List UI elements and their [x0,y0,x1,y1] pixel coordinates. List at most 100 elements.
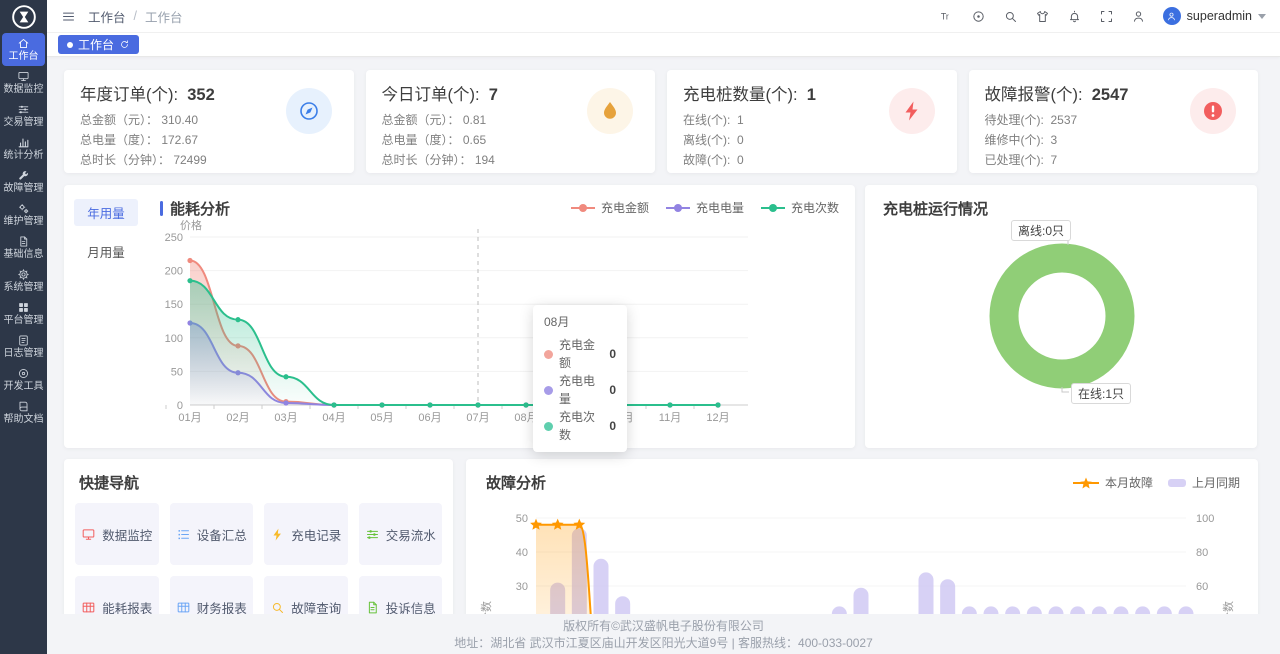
sidebar-item-11[interactable]: 帮助文档 [2,396,45,429]
copyright-line: 版权所有©武汉盛帆电子股份有限公司 [47,618,1280,635]
sidebar-menu: 工作台 数据监控 交易管理 统计分析 故障管理 维护管理 基础信息 系统管理 平… [0,33,47,429]
legend-item[interactable]: 充电次数 [760,199,839,216]
legend-item-current-month[interactable]: 本月故障 [1072,474,1153,491]
circle-dot-icon-button[interactable] [971,9,986,24]
grid-icon [17,301,30,314]
sidebar-item-1[interactable]: 数据监控 [2,66,45,99]
tooltip-row: 充电金额0 [544,336,616,372]
energy-legend: 充电金额 充电电量 充电次数 [570,199,839,216]
bolt-icon [270,527,285,542]
person-icon-button[interactable] [1131,9,1146,24]
stat-card-2[interactable]: 充电桩数量(个): 1 在线(个): 1离线(个): 0故障(个): 0 [667,70,957,173]
donut-ring [1004,258,1120,374]
user-menu[interactable]: superadmin [1163,7,1266,25]
svg-text:价格: 价格 [180,218,202,232]
stat-card-3[interactable]: 故障报警(个): 2547 待处理(个): 2537维修中(个): 3已处理(个… [969,70,1259,173]
font-size-icon: Tr [939,9,954,24]
legend-item[interactable]: 充电电量 [665,199,744,216]
home-icon [17,37,30,50]
tab-active-dot [67,42,73,48]
quick-nav-2[interactable]: 充电记录 [264,503,348,565]
svg-text:04月: 04月 [322,412,345,424]
sidebar-item-9[interactable]: 日志管理 [2,330,45,363]
sidebar-item-8[interactable]: 平台管理 [2,297,45,330]
fullscreen-icon-button[interactable] [1099,9,1114,24]
bolt-icon [900,99,924,123]
sidebar-item-label: 统计分析 [4,150,44,161]
table-icon [81,600,96,615]
sidebar-item-6[interactable]: 基础信息 [2,231,45,264]
chart-tooltip: 08月 充电金额0 充电电量0 充电次数0 [533,305,627,452]
bell-icon-button[interactable] [1067,9,1082,24]
table-icon [176,600,191,615]
navbar-actions: Tr superadmin [939,7,1266,25]
search-icon-button[interactable] [1003,9,1018,24]
quick-nav-label: 交易流水 [386,525,436,544]
circle-dot-icon [971,9,986,24]
legend-item-last-month[interactable]: 上月同期 [1167,474,1240,491]
energy-chart[interactable]: 050100150200250价格01月02月03月04月05月06月07月08… [148,217,816,435]
tab-workbench[interactable]: 工作台 [58,35,139,54]
sidebar-item-7[interactable]: 系统管理 [2,264,45,297]
sidebar-item-0[interactable]: 工作台 [2,33,45,66]
legend-label: 本月故障 [1105,474,1153,491]
legend-label: 充电次数 [791,199,839,216]
fault-legend: 本月故障 上月同期 [1072,474,1240,491]
tab-monthly-usage[interactable]: 月用量 [74,238,138,265]
sidebar-item-label: 日志管理 [4,348,44,359]
monitor-icon [81,527,96,542]
tab-strip: 工作台 [47,33,1280,57]
sidebar-item-label: 故障管理 [4,183,44,194]
sidebar-item-label: 交易管理 [4,117,44,128]
username: superadmin [1187,9,1252,23]
breadcrumb-root[interactable]: 工作台 [88,7,126,26]
compass-icon [297,99,321,123]
sidebar-item-5[interactable]: 维护管理 [2,198,45,231]
legend-marker-bar [1167,477,1187,489]
page-footer: 版权所有©武汉盛帆电子股份有限公司 地址：湖北省 武汉市江夏区庙山开发区阳光大道… [47,614,1280,654]
svg-text:05月: 05月 [370,412,393,424]
theme-shirt-icon-button[interactable] [1035,9,1050,24]
person-icon [1131,9,1146,24]
sidebar-item-10[interactable]: 开发工具 [2,363,45,396]
stat-card-1[interactable]: 今日订单(个): 7 总金额（元）： 0.81总电量（度）： 0.65总时长（分… [366,70,656,173]
quick-nav-0[interactable]: 数据监控 [75,503,159,565]
sliders-icon [365,527,380,542]
pile-status-panel: 充电桩运行情况 离线:0只 在线:1只 [865,185,1257,448]
quick-nav-3[interactable]: 交易流水 [359,503,443,565]
app-logo[interactable] [0,0,47,33]
logo-icon [11,4,37,30]
breadcrumb-current: 工作台 [145,7,183,26]
refresh-icon[interactable] [119,39,130,50]
energy-usage-tabs: 年用量 月用量 [74,199,138,265]
sidebar: 工作台 数据监控 交易管理 统计分析 故障管理 维护管理 基础信息 系统管理 平… [0,0,47,654]
search-icon [1003,9,1018,24]
svg-text:30: 30 [516,581,528,593]
sidebar-item-3[interactable]: 统计分析 [2,132,45,165]
stat-card-icon-wrap [889,88,935,134]
stat-card-row: 总电量（度）： 0.65 [382,130,640,150]
top-navbar: 工作台 / 工作台 Tr superadmin [47,0,1280,33]
sidebar-item-label: 帮助文档 [4,414,44,425]
tooltip-row: 充电电量0 [544,372,616,408]
quick-nav-title: 快捷导航 [75,472,442,493]
gears-icon [17,202,30,215]
gear-icon [17,268,30,281]
svg-text:50: 50 [516,513,528,525]
font-size-icon-button[interactable]: Tr [939,9,954,24]
stat-card-icon-wrap [587,88,633,134]
quick-nav-1[interactable]: 设备汇总 [170,503,254,565]
bell-icon [1067,9,1082,24]
address-line: 地址：湖北省 武汉市江夏区庙山开发区阳光大道9号 | 客服热线：400-033-… [47,635,1280,652]
wrench-icon [17,169,30,182]
legend-label: 上月同期 [1192,474,1240,491]
sidebar-item-2[interactable]: 交易管理 [2,99,45,132]
sidebar-item-4[interactable]: 故障管理 [2,165,45,198]
tab-yearly-usage[interactable]: 年用量 [74,199,138,226]
legend-item[interactable]: 充电金额 [570,199,649,216]
monitor-icon [17,70,30,83]
svg-text:02月: 02月 [226,412,249,424]
hamburger-icon[interactable] [61,9,76,24]
stat-card-0[interactable]: 年度订单(个): 352 总金额（元）： 310.40总电量（度）： 172.6… [64,70,354,173]
title-accent-bar [160,201,163,216]
